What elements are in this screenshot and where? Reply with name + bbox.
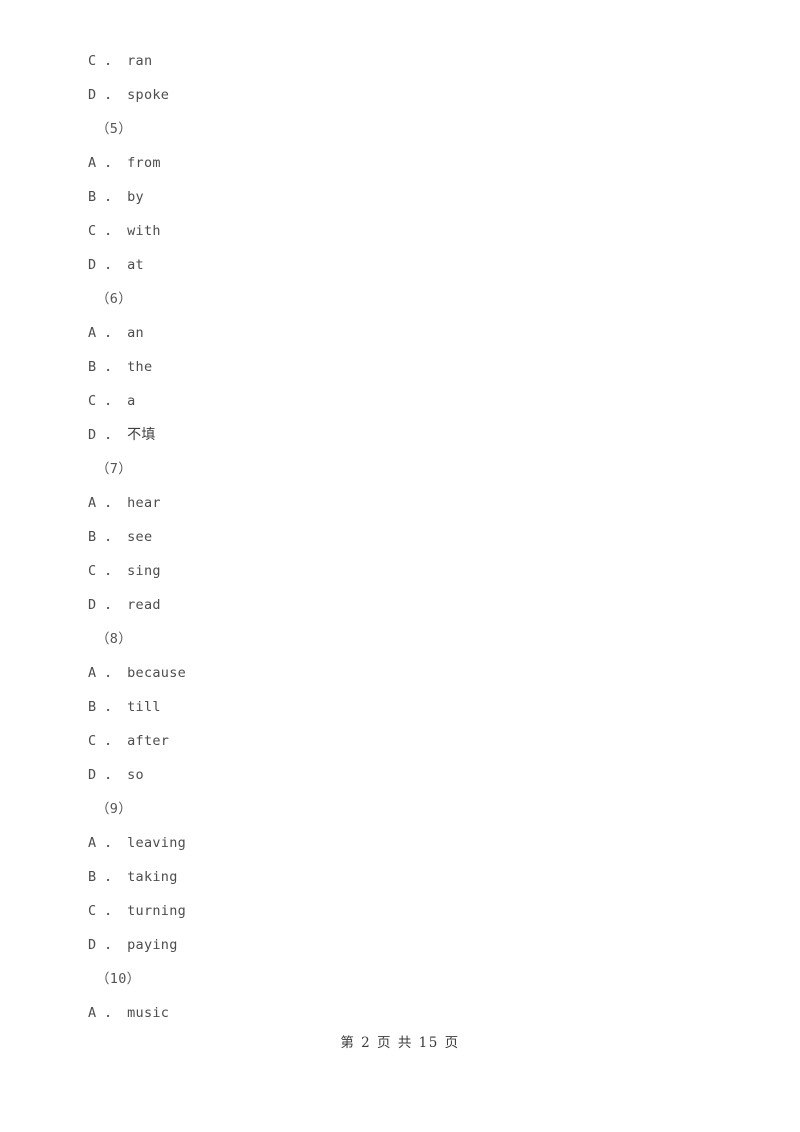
question-number: （6）: [96, 291, 133, 307]
answer-option: A ． music: [88, 1005, 170, 1021]
answer-option: C ． after: [88, 733, 170, 749]
question-number: （7）: [96, 461, 133, 477]
answer-option: D ． 不填: [88, 427, 156, 443]
answer-option: C ． with: [88, 223, 161, 239]
answer-option: A ． an: [88, 325, 144, 341]
answer-option: A ． hear: [88, 495, 161, 511]
question-number: （5）: [96, 121, 133, 137]
answer-option: A ． from: [88, 155, 161, 171]
answer-option: C ． turning: [88, 903, 187, 919]
answer-option: C ． ran: [88, 53, 153, 69]
answer-option: D ． at: [88, 257, 144, 273]
answer-option: C ． a: [88, 393, 136, 409]
answer-option: C ． sing: [88, 563, 161, 579]
document-page: C ． ran D ． spoke （5） A ． from B ． by C ． wit…: [0, 0, 800, 1132]
question-number: （10）: [96, 971, 141, 987]
question-number: （8）: [96, 631, 133, 647]
answer-option: A ． leaving: [88, 835, 187, 851]
answer-option: B ． the: [88, 359, 153, 375]
answer-option: B ． till: [88, 699, 161, 715]
answer-option: B ． taking: [88, 869, 178, 885]
question-number: （9）: [96, 801, 133, 817]
answer-option: A ． because: [88, 665, 187, 681]
answer-option: D ． read: [88, 597, 161, 613]
answer-option: B ． by: [88, 189, 144, 205]
cjk-text: 不填: [127, 427, 156, 443]
page-footer: 第 2 页 共 15 页: [340, 1035, 460, 1051]
question-list: C ． ran D ． spoke （5） A ． from B ． by C ． wit…: [88, 44, 728, 1030]
answer-option: B ． see: [88, 529, 153, 545]
answer-option: D ． spoke: [88, 87, 170, 103]
answer-option: D ． so: [88, 767, 144, 783]
answer-option: D ． paying: [88, 937, 178, 953]
